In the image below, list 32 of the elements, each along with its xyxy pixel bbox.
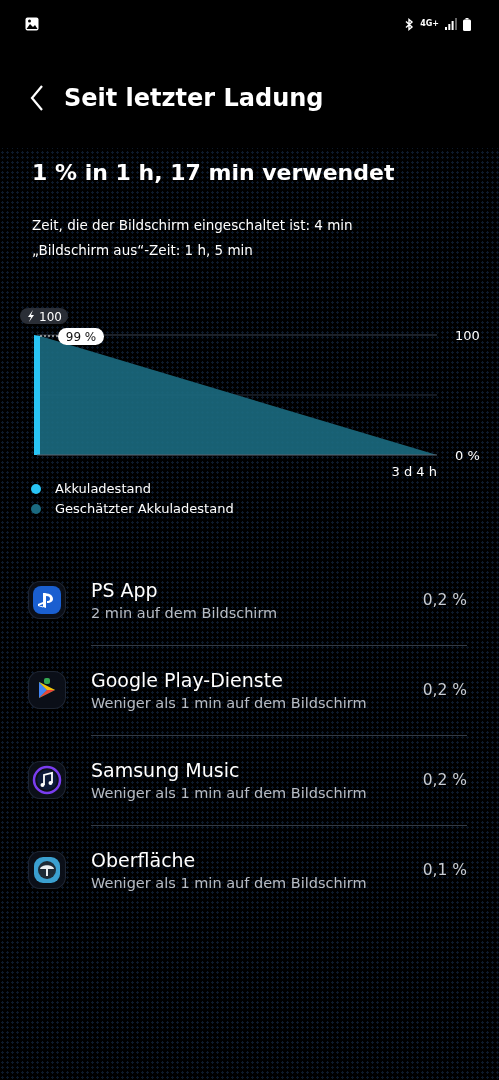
app-name[interactable]: Oberfläche <box>91 849 423 871</box>
usage-headline: 1 % in 1 h, 17 min verwendet <box>32 160 396 185</box>
app-icon[interactable] <box>29 762 65 798</box>
app-icon[interactable] <box>29 582 65 618</box>
gallery-icon <box>25 17 39 31</box>
app-name[interactable]: Google Play-Dienste <box>91 669 423 691</box>
screen-time-text: Zeit, die der Bildschirm eingeschaltet ist: 4 min <box>32 216 354 235</box>
network-type: 4G+ <box>420 20 439 28</box>
back-button[interactable] <box>30 85 44 111</box>
screen-time: Weniger als 1 min auf dem Bildschirm <box>91 695 368 711</box>
screen-time: 2 min auf dem Bildschirm <box>91 605 279 621</box>
screen-time-text: „Bildschirm aus“-Zeit: 1 h, 5 min <box>32 241 254 260</box>
charge-badge: 100 <box>20 308 68 324</box>
app-name[interactable]: Samsung Music <box>91 759 423 781</box>
screen-time: Weniger als 1 min auf dem Bildschirm <box>91 875 368 891</box>
app-icon[interactable] <box>29 672 65 708</box>
usage-percent: 0,2 % <box>422 591 467 609</box>
screen-time: Weniger als 1 min auf dem Bildschirm <box>91 785 368 801</box>
usage-percent: 0,1 % <box>422 861 467 879</box>
page-title: Seit letzter Ladung <box>64 84 324 112</box>
signal-icon <box>445 18 457 30</box>
bluetooth-icon <box>404 17 415 31</box>
usage-percent: 0,2 % <box>422 771 467 789</box>
battery-icon <box>463 17 471 31</box>
axis-label: 0 % <box>455 448 480 463</box>
app-name[interactable]: PS App <box>91 579 423 601</box>
axis-label: 100 <box>455 328 480 343</box>
usage-percent: 0,2 % <box>422 681 467 699</box>
legend-label: Geschätzter Akkuladestand <box>55 500 234 518</box>
legend-label: Akkuladestand <box>55 480 151 498</box>
axis-label: 3 d 4 h <box>391 464 437 479</box>
app-icon[interactable] <box>29 852 65 888</box>
